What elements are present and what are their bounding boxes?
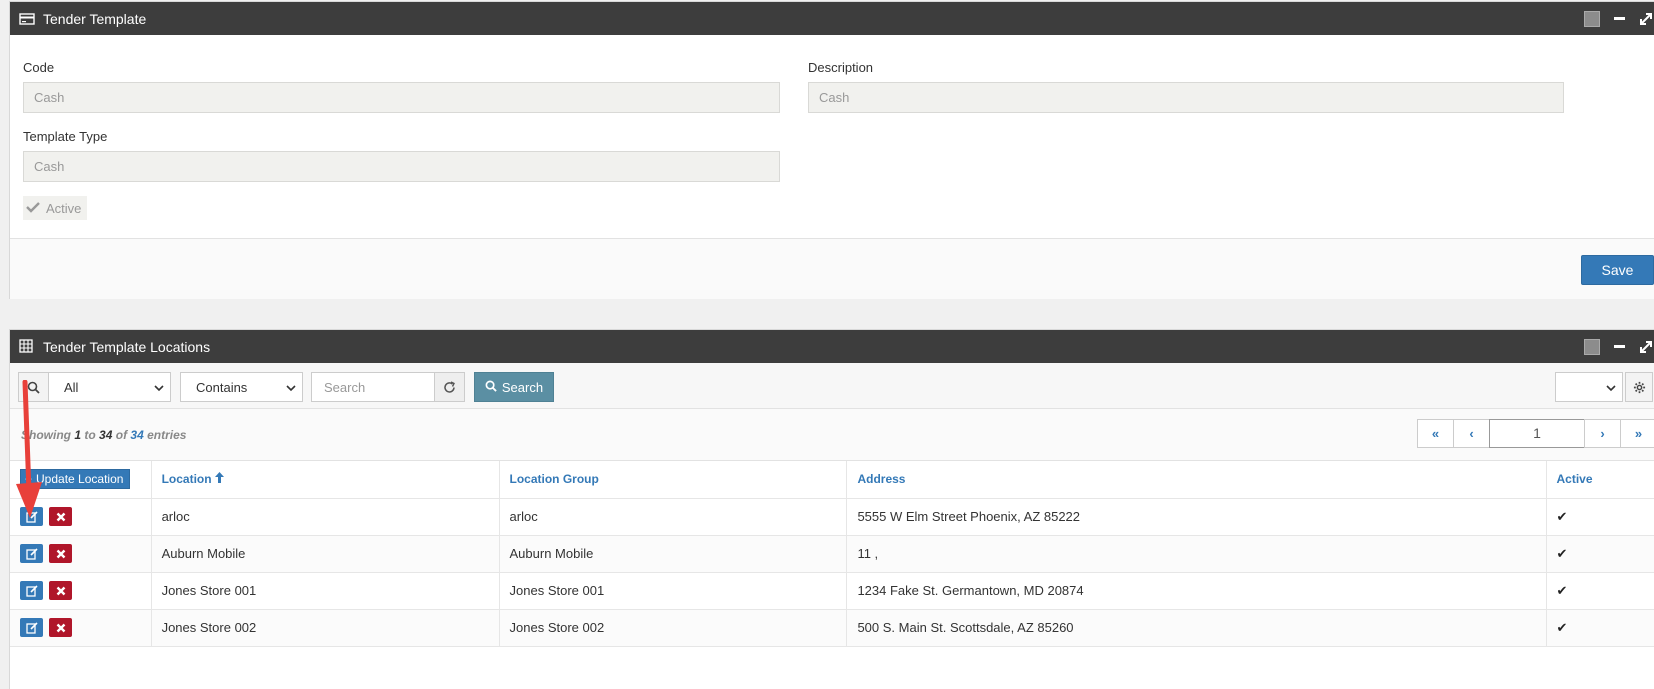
cell-address: 11 , (846, 535, 1547, 573)
table-row: arloc arloc 5555 W Elm Street Phoenix, AZ … (10, 498, 1654, 536)
table-row: Jones Store 002 Jones Store 002 500 S. Mai… (10, 609, 1654, 647)
minimize-icon[interactable] (1614, 17, 1625, 20)
refresh-icon[interactable] (434, 372, 465, 402)
search-icon (485, 380, 497, 395)
delete-icon[interactable] (49, 507, 72, 526)
last-page-button[interactable]: » (1620, 419, 1654, 448)
plus-icon: + (25, 472, 33, 487)
sort-up-icon (214, 472, 224, 486)
column-header-active[interactable]: Active (1546, 461, 1654, 499)
edit-icon[interactable] (20, 507, 43, 526)
filter-toolbar: All Contains Search Search (10, 363, 1654, 409)
cell-location-group: Jones Store 001 (499, 572, 848, 610)
cell-active-check: ✔ (1546, 498, 1654, 536)
prev-page-button[interactable]: ‹ (1453, 419, 1490, 448)
cell-location: Auburn Mobile (151, 535, 500, 573)
cell-active-check: ✔ (1546, 572, 1654, 610)
search-button[interactable]: Search (474, 372, 554, 402)
cell-address: 1234 Fake St. Germantown, MD 20874 (846, 572, 1547, 610)
active-checkbox[interactable]: Active (23, 196, 88, 220)
update-location-button[interactable]: + Update Location (20, 469, 131, 490)
delete-icon[interactable] (49, 581, 72, 600)
table-row: Auburn Mobile Auburn Mobile 11 , ✔ (10, 535, 1654, 573)
tender-template-locations-panel: Tender Template Locations All Contains S… (9, 329, 1654, 689)
search-input[interactable]: Search (311, 372, 435, 402)
search-icon (18, 372, 49, 402)
table-info-bar: Showing 1 to 34 of 34 entries « ‹ 1 › » (10, 409, 1654, 461)
filter-operator-select[interactable]: Contains (180, 372, 303, 402)
minimize-icon[interactable] (1614, 345, 1625, 348)
cell-active-check: ✔ (1546, 535, 1654, 573)
grid-icon (19, 338, 35, 355)
page-number-input[interactable]: 1 (1489, 419, 1585, 448)
template-type-label: Template Type (23, 129, 108, 144)
filter-field-value: All (64, 379, 79, 395)
description-label: Description (808, 60, 874, 75)
description-field[interactable]: Cash (808, 82, 1564, 113)
locations-header: Tender Template Locations (10, 330, 1654, 363)
next-page-button[interactable]: › (1584, 419, 1621, 448)
cell-location: Jones Store 002 (151, 609, 500, 647)
pagination: « ‹ 1 › » (1417, 419, 1654, 448)
edit-icon[interactable] (20, 581, 43, 600)
code-field[interactable]: Cash (23, 82, 780, 113)
chevron-down-icon (154, 380, 164, 395)
filter-operator-value: Contains (196, 379, 248, 395)
chevron-down-icon (286, 380, 296, 395)
cell-location: arloc (151, 498, 500, 536)
tender-template-panel: Tender Template Code Cash Description Ca… (9, 1, 1654, 299)
delete-icon[interactable] (49, 618, 72, 637)
delete-icon[interactable] (49, 544, 72, 563)
panel-color-button[interactable] (1584, 338, 1600, 355)
expand-icon[interactable] (1639, 12, 1653, 26)
filter-field-select[interactable]: All (48, 372, 171, 402)
cell-address: 500 S. Main St. Scottsdale, AZ 85260 (846, 609, 1547, 647)
code-label: Code (23, 60, 55, 75)
cell-active-check: ✔ (1546, 609, 1654, 647)
cell-location-group: Auburn Mobile (499, 535, 848, 573)
edit-icon[interactable] (20, 544, 43, 563)
column-header-address[interactable]: Address (846, 461, 1547, 499)
edit-icon[interactable] (20, 618, 43, 637)
chevron-down-icon (1606, 380, 1616, 395)
card-icon (19, 11, 35, 27)
locations-table: + Update Location Location Location Grou… (10, 461, 1654, 647)
cell-location-group: Jones Store 002 (499, 609, 848, 647)
column-header-location-group[interactable]: Location Group (499, 461, 848, 499)
panel-title: Tender Template (43, 10, 147, 27)
tender-template-header: Tender Template (10, 2, 1654, 35)
cell-location-group: arloc (499, 498, 848, 536)
expand-icon[interactable] (1639, 340, 1653, 354)
cell-address: 5555 W Elm Street Phoenix, AZ 85222 (846, 498, 1547, 536)
active-label: Active (46, 200, 82, 216)
first-page-button[interactable]: « (1417, 419, 1454, 448)
save-button[interactable]: Save (1581, 255, 1654, 285)
gear-icon[interactable] (1625, 372, 1653, 402)
table-row: Jones Store 001 Jones Store 001 1234 Fake … (10, 572, 1654, 610)
panel-title: Tender Template Locations (43, 338, 211, 355)
column-header-location[interactable]: Location (151, 461, 500, 499)
template-type-field[interactable]: Cash (23, 151, 780, 182)
check-icon (26, 201, 40, 216)
entries-count: Showing 1 to 34 of 34 entries (21, 428, 187, 442)
page-size-select[interactable] (1555, 372, 1623, 402)
panel-color-button[interactable] (1584, 10, 1600, 27)
cell-location: Jones Store 001 (151, 572, 500, 610)
search-button-label: Search (501, 379, 544, 395)
